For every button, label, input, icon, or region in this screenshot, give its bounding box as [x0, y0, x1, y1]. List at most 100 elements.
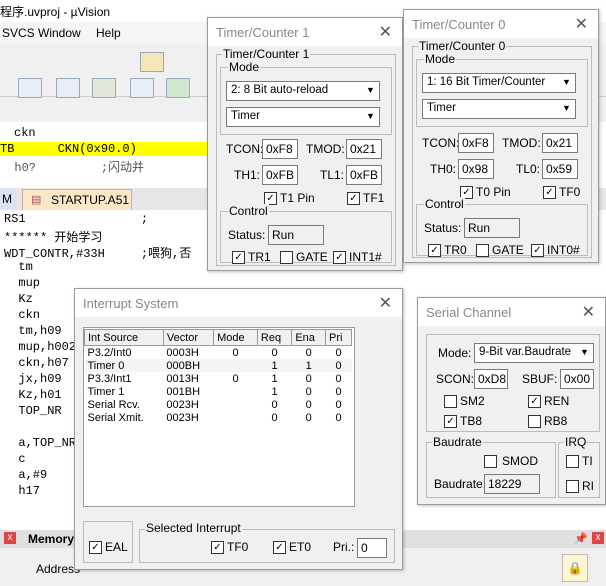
close-icon[interactable]: ✕	[379, 22, 392, 42]
close-icon[interactable]: x	[592, 532, 604, 544]
column-header[interactable]: Pri	[325, 329, 352, 346]
tcon-field[interactable]: 0xF8	[458, 133, 494, 153]
pin-icon[interactable]: 📌	[574, 532, 588, 545]
close-icon[interactable]: ✕	[575, 14, 588, 34]
tab-m[interactable]: M	[0, 189, 16, 209]
column-header[interactable]: Ena	[291, 329, 327, 346]
menu-window[interactable]: Window	[38, 26, 81, 40]
tb8-checkbox[interactable]: ✓	[444, 415, 457, 428]
scon-field[interactable]: 0xD8	[474, 369, 508, 389]
baudrate-field: 18229	[484, 474, 540, 494]
interrupt-cell: 0023H	[166, 411, 199, 424]
timer0-dialog: Timer/Counter 0 ✕ Timer/Counter 0 Mode 1…	[403, 9, 599, 263]
window-layout-icon[interactable]	[18, 78, 42, 98]
t0-pin-label: T0 Pin	[476, 185, 511, 199]
irq-group-label: IRQ	[564, 435, 588, 449]
timer1-mode-select[interactable]: 2: 8 Bit auto-reload ▼	[226, 81, 380, 101]
interrupt-row[interactable]: P3.2/Int0 0003H 0 0 0 0	[85, 346, 352, 360]
ri-label: RI	[582, 479, 594, 493]
tcon-label: TCON:	[226, 142, 264, 156]
code-line: Kz,h01	[4, 388, 62, 402]
dialog-title: Serial Channel	[426, 305, 512, 320]
sbuf-field[interactable]: 0x00	[560, 369, 594, 389]
chevron-down-icon: ▼	[366, 85, 375, 95]
code-line: mup	[4, 276, 41, 290]
interrupt-cell: 0	[335, 398, 342, 411]
tr0-checkbox[interactable]: ✓	[428, 244, 441, 257]
debug-window-icon[interactable]	[56, 78, 80, 98]
toolbox-icon[interactable]	[166, 78, 190, 98]
interrupt-cell: 0	[305, 411, 312, 424]
interrupt-cell: 1	[271, 372, 278, 385]
mode-label: Mode	[228, 60, 261, 74]
tf1-checkbox[interactable]: ✓	[347, 192, 360, 205]
smod-checkbox[interactable]	[484, 455, 497, 468]
gate-checkbox[interactable]	[280, 251, 293, 264]
int0-checkbox[interactable]: ✓	[531, 244, 544, 257]
close-icon[interactable]: ✕	[582, 302, 595, 322]
ri-checkbox[interactable]	[566, 480, 579, 493]
rb8-checkbox[interactable]	[528, 415, 541, 428]
priority-field[interactable]: 0	[357, 538, 387, 558]
open-folder-icon[interactable]	[140, 52, 164, 72]
timer1-dialog: Timer/Counter 1 ✕ Timer/Counter 1 Mode 2…	[207, 17, 403, 271]
tl0-field[interactable]: 0x59	[542, 159, 578, 179]
interrupt-row[interactable]: P3.3/Int1 0013H 0 1 0 0	[85, 372, 352, 385]
tf0-checkbox[interactable]: ✓	[211, 541, 224, 554]
timer0-type-select[interactable]: Timer ▼	[422, 99, 576, 119]
tmod-field[interactable]: 0x21	[542, 133, 578, 153]
lock-icon[interactable]: 🔒	[562, 554, 588, 582]
th0-field[interactable]: 0x98	[458, 159, 494, 179]
timer1-type-select[interactable]: Timer ▼	[226, 107, 380, 127]
tcon-label: TCON:	[422, 136, 460, 150]
int1-checkbox[interactable]: ✓	[333, 251, 346, 264]
tl1-field[interactable]: 0xFB	[346, 165, 382, 185]
close-icon[interactable]: ✕	[379, 293, 392, 313]
code-line: ckn,h07	[4, 356, 69, 370]
control-label: Control	[424, 197, 465, 211]
interrupt-row[interactable]: Timer 0 000BH 1 1 0	[84, 359, 352, 372]
system-viewer-icon[interactable]	[130, 78, 154, 98]
et0-checkbox[interactable]: ✓	[273, 541, 286, 554]
interrupt-cell: 0	[335, 346, 342, 359]
serial-mode-select[interactable]: 9-Bit var.Baudrate ▼	[474, 343, 594, 363]
interrupt-cell: 0023H	[166, 398, 199, 411]
interrupt-cell: 0	[271, 346, 278, 359]
group-label: Timer/Counter 0	[418, 39, 507, 53]
code-line: a,#9	[4, 468, 48, 482]
interrupt-cell: 1	[305, 359, 312, 372]
interrupt-row[interactable]: Serial Rcv. 0023H 0 0 0	[85, 398, 352, 411]
tmod-field[interactable]: 0x21	[346, 139, 382, 159]
tab-startup-a51[interactable]: ▤ STARTUP.A51	[22, 189, 132, 211]
tcon-field[interactable]: 0xF8	[262, 139, 298, 159]
interrupt-row[interactable]: Serial Xmit. 0023H 0 0 0	[85, 411, 352, 424]
th1-field[interactable]: 0xFB	[262, 165, 298, 185]
column-header[interactable]: Mode	[213, 329, 258, 346]
interrupt-cell: 0	[232, 372, 239, 385]
menu-help[interactable]: Help	[96, 26, 121, 40]
interrupt-cell: 0	[335, 372, 342, 385]
menu-svcs[interactable]: SVCS	[2, 26, 35, 40]
gate-checkbox[interactable]	[476, 244, 489, 257]
ti-checkbox[interactable]	[566, 455, 579, 468]
mode-label: Mode	[424, 52, 457, 66]
tl0-label: TL0:	[516, 162, 541, 176]
sm2-checkbox[interactable]	[444, 395, 457, 408]
code-line: TOP_NR	[4, 404, 62, 418]
interrupt-dialog: Interrupt System ✕ Int Source Vector Mod…	[74, 288, 403, 570]
interrupt-cell	[214, 385, 258, 398]
tf0-label: TF0	[227, 540, 249, 554]
interrupt-row[interactable]: Timer 1 001BH 1 0 0	[85, 385, 352, 398]
column-header[interactable]: Vector	[162, 329, 215, 346]
column-header[interactable]: Int Source	[84, 329, 164, 346]
tr1-checkbox[interactable]: ✓	[232, 251, 245, 264]
tmod-label: TMOD:	[502, 136, 541, 150]
timer0-mode-select[interactable]: 1: 16 Bit Timer/Counter ▼	[422, 73, 576, 93]
ren-checkbox[interactable]: ✓	[528, 395, 541, 408]
column-header[interactable]: Req	[256, 329, 293, 346]
ea-checkbox[interactable]: ✓	[89, 541, 102, 554]
tf0-checkbox[interactable]: ✓	[543, 186, 556, 199]
rb8-label: RB8	[544, 414, 568, 428]
close-icon[interactable]: x	[4, 532, 16, 544]
logic-analyzer-icon[interactable]	[92, 78, 116, 98]
